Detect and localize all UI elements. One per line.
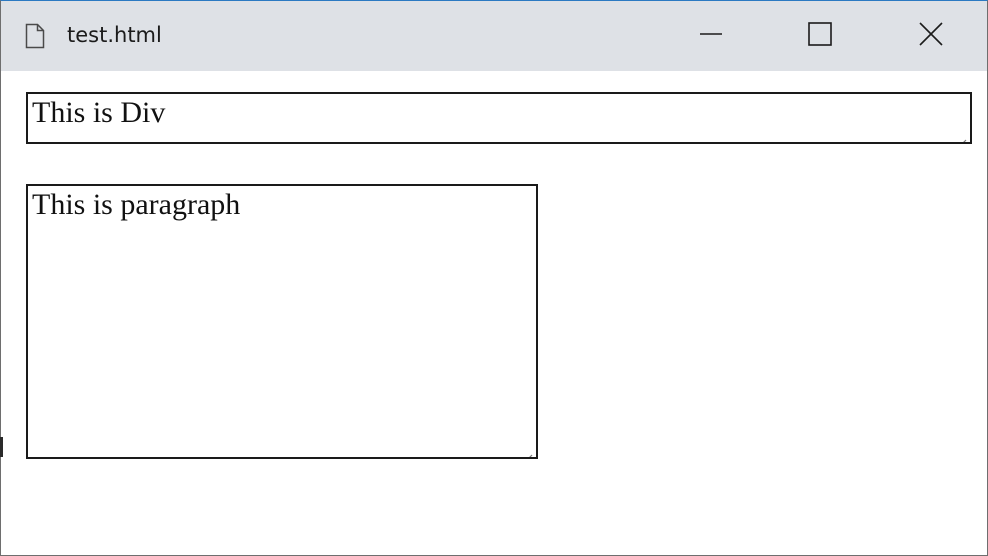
close-button[interactable] [876, 1, 986, 71]
page-content: This is Div This is paragraph [1, 71, 987, 555]
maximize-icon [808, 21, 832, 51]
resizable-div[interactable]: This is Div [26, 92, 972, 144]
window-title: test.html [67, 23, 162, 47]
div-text: This is Div [32, 96, 166, 129]
window-edge-mark [0, 437, 3, 457]
paragraph-text: This is paragraph [32, 188, 241, 221]
browser-window: test.html This is Div This is paragraph [0, 0, 988, 556]
minimize-button[interactable] [656, 1, 766, 71]
title-bar[interactable]: test.html [1, 1, 987, 71]
close-icon [918, 21, 944, 52]
resize-grip-icon[interactable] [519, 440, 533, 457]
document-icon [25, 23, 45, 49]
resizable-paragraph[interactable]: This is paragraph [26, 184, 538, 459]
minimize-icon [699, 22, 723, 51]
maximize-button[interactable] [765, 1, 875, 71]
resize-grip-icon[interactable] [953, 125, 967, 142]
